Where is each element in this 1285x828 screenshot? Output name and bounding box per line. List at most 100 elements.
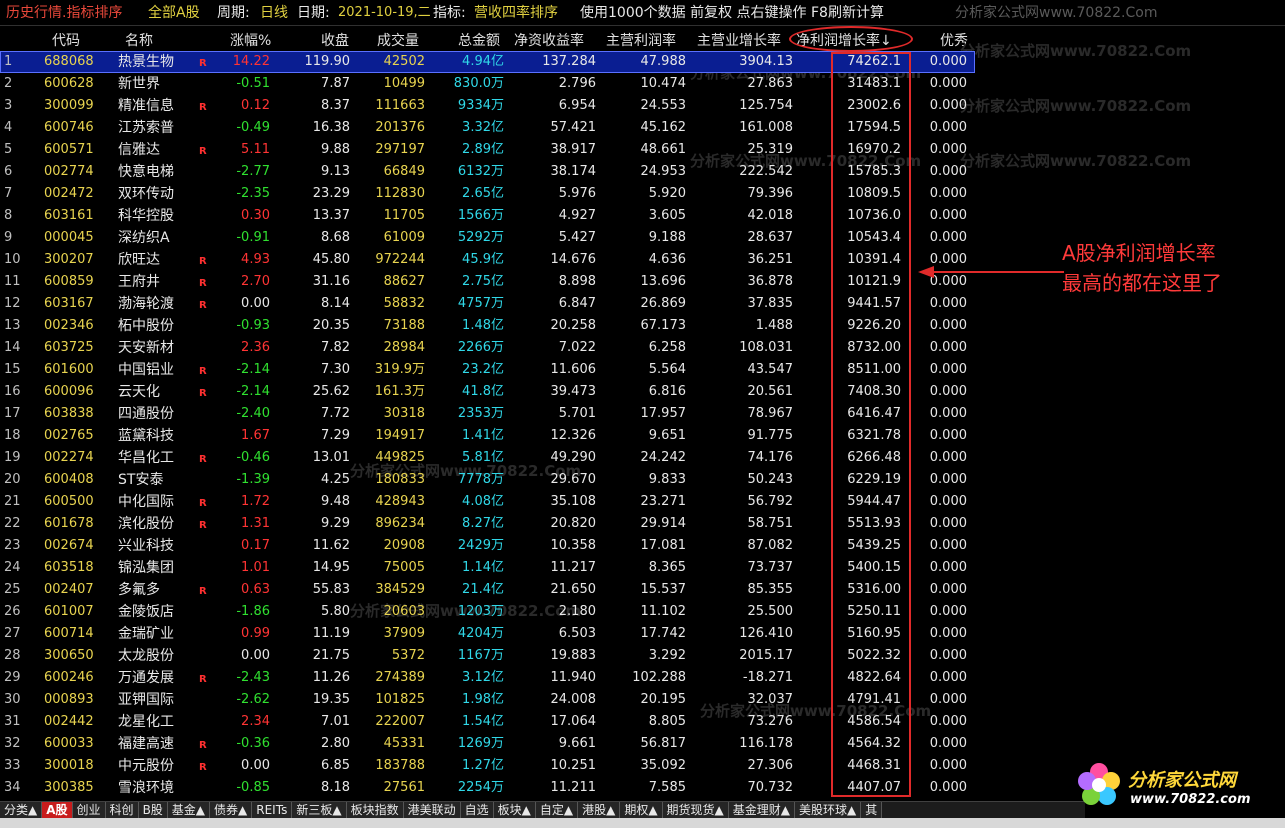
- table-row[interactable]: 23 002674 兴业科技 0.17 11.62 20908 2429万 10.358 17.…: [0, 535, 975, 557]
- table-row[interactable]: 7 002472 双环传动 -2.35 23.29 112830 2.65亿 5.976 5.9…: [0, 183, 975, 205]
- close-price: 55.83: [312, 582, 350, 597]
- roe: 5.701: [558, 406, 596, 421]
- tab-0[interactable]: 分类▲: [0, 802, 43, 818]
- col-net-margin[interactable]: 主营利润率: [606, 30, 676, 50]
- tab-8[interactable]: 新三板▲: [292, 802, 347, 818]
- tab-2[interactable]: 创业: [72, 802, 106, 818]
- tab-1[interactable]: A股: [42, 802, 73, 818]
- stock-code: 000045: [44, 230, 94, 245]
- tab-3[interactable]: 科创: [105, 802, 139, 818]
- revenue-growth: 27.863: [747, 76, 794, 91]
- stock-code: 600500: [44, 494, 94, 509]
- close-price: 7.30: [321, 362, 350, 377]
- col-excellent[interactable]: 优秀: [940, 30, 968, 50]
- volume: 297197: [375, 142, 425, 157]
- tab-13[interactable]: 自定▲: [535, 802, 579, 818]
- volume: 111663: [375, 98, 425, 113]
- table-row[interactable]: 22 601678 滨化股份 R 1.31 9.29 896234 8.27亿 20.820 29…: [0, 513, 975, 535]
- table-row[interactable]: 30 000893 亚钾国际 -2.62 19.35 101825 1.98亿 24.008 2…: [0, 689, 975, 711]
- table-row[interactable]: 3 300099 精准信息 R 0.12 8.37 111663 9334万 6.954 24.5…: [0, 95, 975, 117]
- col-roe[interactable]: 净资收益率: [514, 30, 584, 50]
- table-row[interactable]: 27 600714 金瑞矿业 0.99 11.19 37909 4204万 6.503 17.7…: [0, 623, 975, 645]
- table-row[interactable]: 33 300018 中元股份 R 0.00 6.85 183788 1.27亿 10.251 35…: [0, 755, 975, 777]
- table-row[interactable]: 13 002346 柘中股份 -0.93 20.35 73188 1.48亿 20.258 67…: [0, 315, 975, 337]
- table-row[interactable]: 25 002407 多氟多 R 0.63 55.83 384529 21.4亿 21.650 15…: [0, 579, 975, 601]
- table-row[interactable]: 5 600571 信雅达 R 5.11 9.88 297197 2.89亿 38.917 48.6…: [0, 139, 975, 161]
- revenue-growth: 28.637: [747, 230, 794, 245]
- roe: 8.898: [558, 274, 596, 289]
- table-row[interactable]: 34 300385 雪浪环境 -0.85 8.18 27561 2254万 11.211 7.5…: [0, 777, 975, 799]
- table-row[interactable]: 8 603161 科华控股 0.30 13.37 11705 1566万 4.927 3.605…: [0, 205, 975, 227]
- tab-12[interactable]: 板块▲: [493, 802, 536, 818]
- excellent: 0.000: [929, 362, 967, 377]
- roe: 12.326: [550, 428, 597, 443]
- tab-18[interactable]: 美股环球▲: [795, 802, 862, 818]
- table-row[interactable]: 28 300650 太龙股份 0.00 21.75 5372 1167万 19.883 3.29…: [0, 645, 975, 667]
- table-row[interactable]: 21 600500 中化国际 R 1.72 9.48 428943 4.08亿 35.108 23…: [0, 491, 975, 513]
- change-pct: 0.00: [241, 758, 270, 773]
- col-change-pct[interactable]: 涨幅%: [230, 30, 271, 50]
- table-row[interactable]: 14 603725 天安新材 2.36 7.82 28984 2266万 7.022 6.258…: [0, 337, 975, 359]
- table-row[interactable]: 26 601007 金陵饭店 -1.86 5.80 20603 1203万 2.180 11.1…: [0, 601, 975, 623]
- stock-name: 双环传动: [118, 186, 174, 202]
- col-code[interactable]: 代码: [52, 30, 80, 50]
- table-row[interactable]: 15 601600 中国铝业 R -2.14 7.30 319.9万 23.2亿 11.606 5…: [0, 359, 975, 381]
- close-price: 11.19: [312, 626, 350, 641]
- indicator-value[interactable]: 营收四率排序: [474, 5, 558, 21]
- market-selector[interactable]: 全部A股: [148, 5, 200, 21]
- table-row[interactable]: 32 600033 福建高速 R -0.36 2.80 45331 1269万 9.661 56.…: [0, 733, 975, 755]
- tab-14[interactable]: 港股▲: [578, 802, 621, 818]
- stock-name: 福建高速: [118, 736, 174, 752]
- stock-name: 热景生物: [118, 54, 174, 70]
- excellent: 0.000: [929, 736, 967, 751]
- tab-7[interactable]: REITs: [252, 802, 293, 818]
- row-index: 6: [4, 164, 13, 179]
- tab-19[interactable]: 其: [861, 802, 883, 818]
- tab-6[interactable]: 债券▲: [210, 802, 253, 818]
- tab-17[interactable]: 基金理财▲: [728, 802, 796, 818]
- table-row[interactable]: 19 002274 华昌化工 R -0.46 13.01 449825 5.81亿 49.290…: [0, 447, 975, 469]
- table-row[interactable]: 29 600246 万通发展 R -2.43 11.26 274389 3.12亿 11.940…: [0, 667, 975, 689]
- roe: 11.606: [550, 362, 597, 377]
- date-label: 日期:: [297, 5, 330, 21]
- col-amount[interactable]: 总金额: [458, 30, 500, 50]
- excellent: 0.000: [929, 758, 967, 773]
- col-name[interactable]: 名称: [125, 30, 153, 50]
- tab-15[interactable]: 期权▲: [620, 802, 663, 818]
- date-value[interactable]: 2021-10-19,二: [338, 5, 431, 21]
- volume: 75005: [383, 560, 425, 575]
- col-close[interactable]: 收盘: [321, 30, 349, 50]
- table-row[interactable]: 6 002774 快意电梯 -2.77 9.13 66849 6132万 38.174 24.9…: [0, 161, 975, 183]
- tab-9[interactable]: 板块指数: [346, 802, 404, 818]
- stock-code: 002274: [44, 450, 94, 465]
- tab-16[interactable]: 期货现货▲: [662, 802, 729, 818]
- margin-flag: R: [199, 740, 207, 751]
- tab-5[interactable]: 基金▲: [167, 802, 211, 818]
- net-margin: 3.605: [648, 208, 686, 223]
- revenue-growth: 73.737: [747, 560, 794, 575]
- table-row[interactable]: 20 600408 ST安泰 -1.39 4.25 180833 7778万 29.670 9.…: [0, 469, 975, 491]
- table-row[interactable]: 12 603167 渤海轮渡 R 0.00 8.14 58832 4757万 6.847 26.8…: [0, 293, 975, 315]
- table-row[interactable]: 2 600628 新世界 -0.51 7.87 10499 830.0万 2.796 10.47…: [0, 73, 975, 95]
- period-value[interactable]: 日线: [260, 5, 288, 21]
- table-row[interactable]: 24 603518 锦泓集团 1.01 14.95 75005 1.14亿 11.217 8.3…: [0, 557, 975, 579]
- table-row[interactable]: 18 002765 蓝黛科技 1.67 7.29 194917 1.41亿 12.326 9.6…: [0, 425, 975, 447]
- tab-4[interactable]: B股: [138, 802, 168, 818]
- col-revenue-growth[interactable]: 主营业增长率: [697, 30, 781, 50]
- excellent: 0.000: [929, 450, 967, 465]
- table-row[interactable]: 17 603838 四通股份 -2.40 7.72 30318 2353万 5.701 17.9…: [0, 403, 975, 425]
- close-price: 45.80: [312, 252, 350, 267]
- revenue-growth: 73.276: [747, 714, 794, 729]
- table-row[interactable]: 31 002442 龙星化工 2.34 7.01 222007 1.54亿 17.064 8.8…: [0, 711, 975, 733]
- table-row[interactable]: 4 600746 江苏索普 -0.49 16.38 201376 3.32亿 57.421 45…: [0, 117, 975, 139]
- table-row[interactable]: 9 000045 深纺织A -0.91 8.68 61009 5292万 5.427 9.188…: [0, 227, 975, 249]
- net-margin: 35.092: [640, 758, 687, 773]
- table-row[interactable]: 10 300207 欣旺达 R 4.93 45.80 972244 45.9亿 14.676 4.…: [0, 249, 975, 271]
- col-volume[interactable]: 成交量: [377, 30, 419, 50]
- table-row[interactable]: 11 600859 王府井 R 2.70 31.16 88627 2.75亿 8.898 13.6…: [0, 271, 975, 293]
- tab-11[interactable]: 自选: [460, 802, 494, 818]
- excellent: 0.000: [929, 692, 967, 707]
- table-row[interactable]: 1 688068 热景生物 R 14.22 119.90 42502 4.94亿 137.284…: [0, 51, 975, 73]
- tab-10[interactable]: 港美联动: [403, 802, 461, 818]
- table-row[interactable]: 16 600096 云天化 R -2.14 25.62 161.3万 41.8亿 39.473 6…: [0, 381, 975, 403]
